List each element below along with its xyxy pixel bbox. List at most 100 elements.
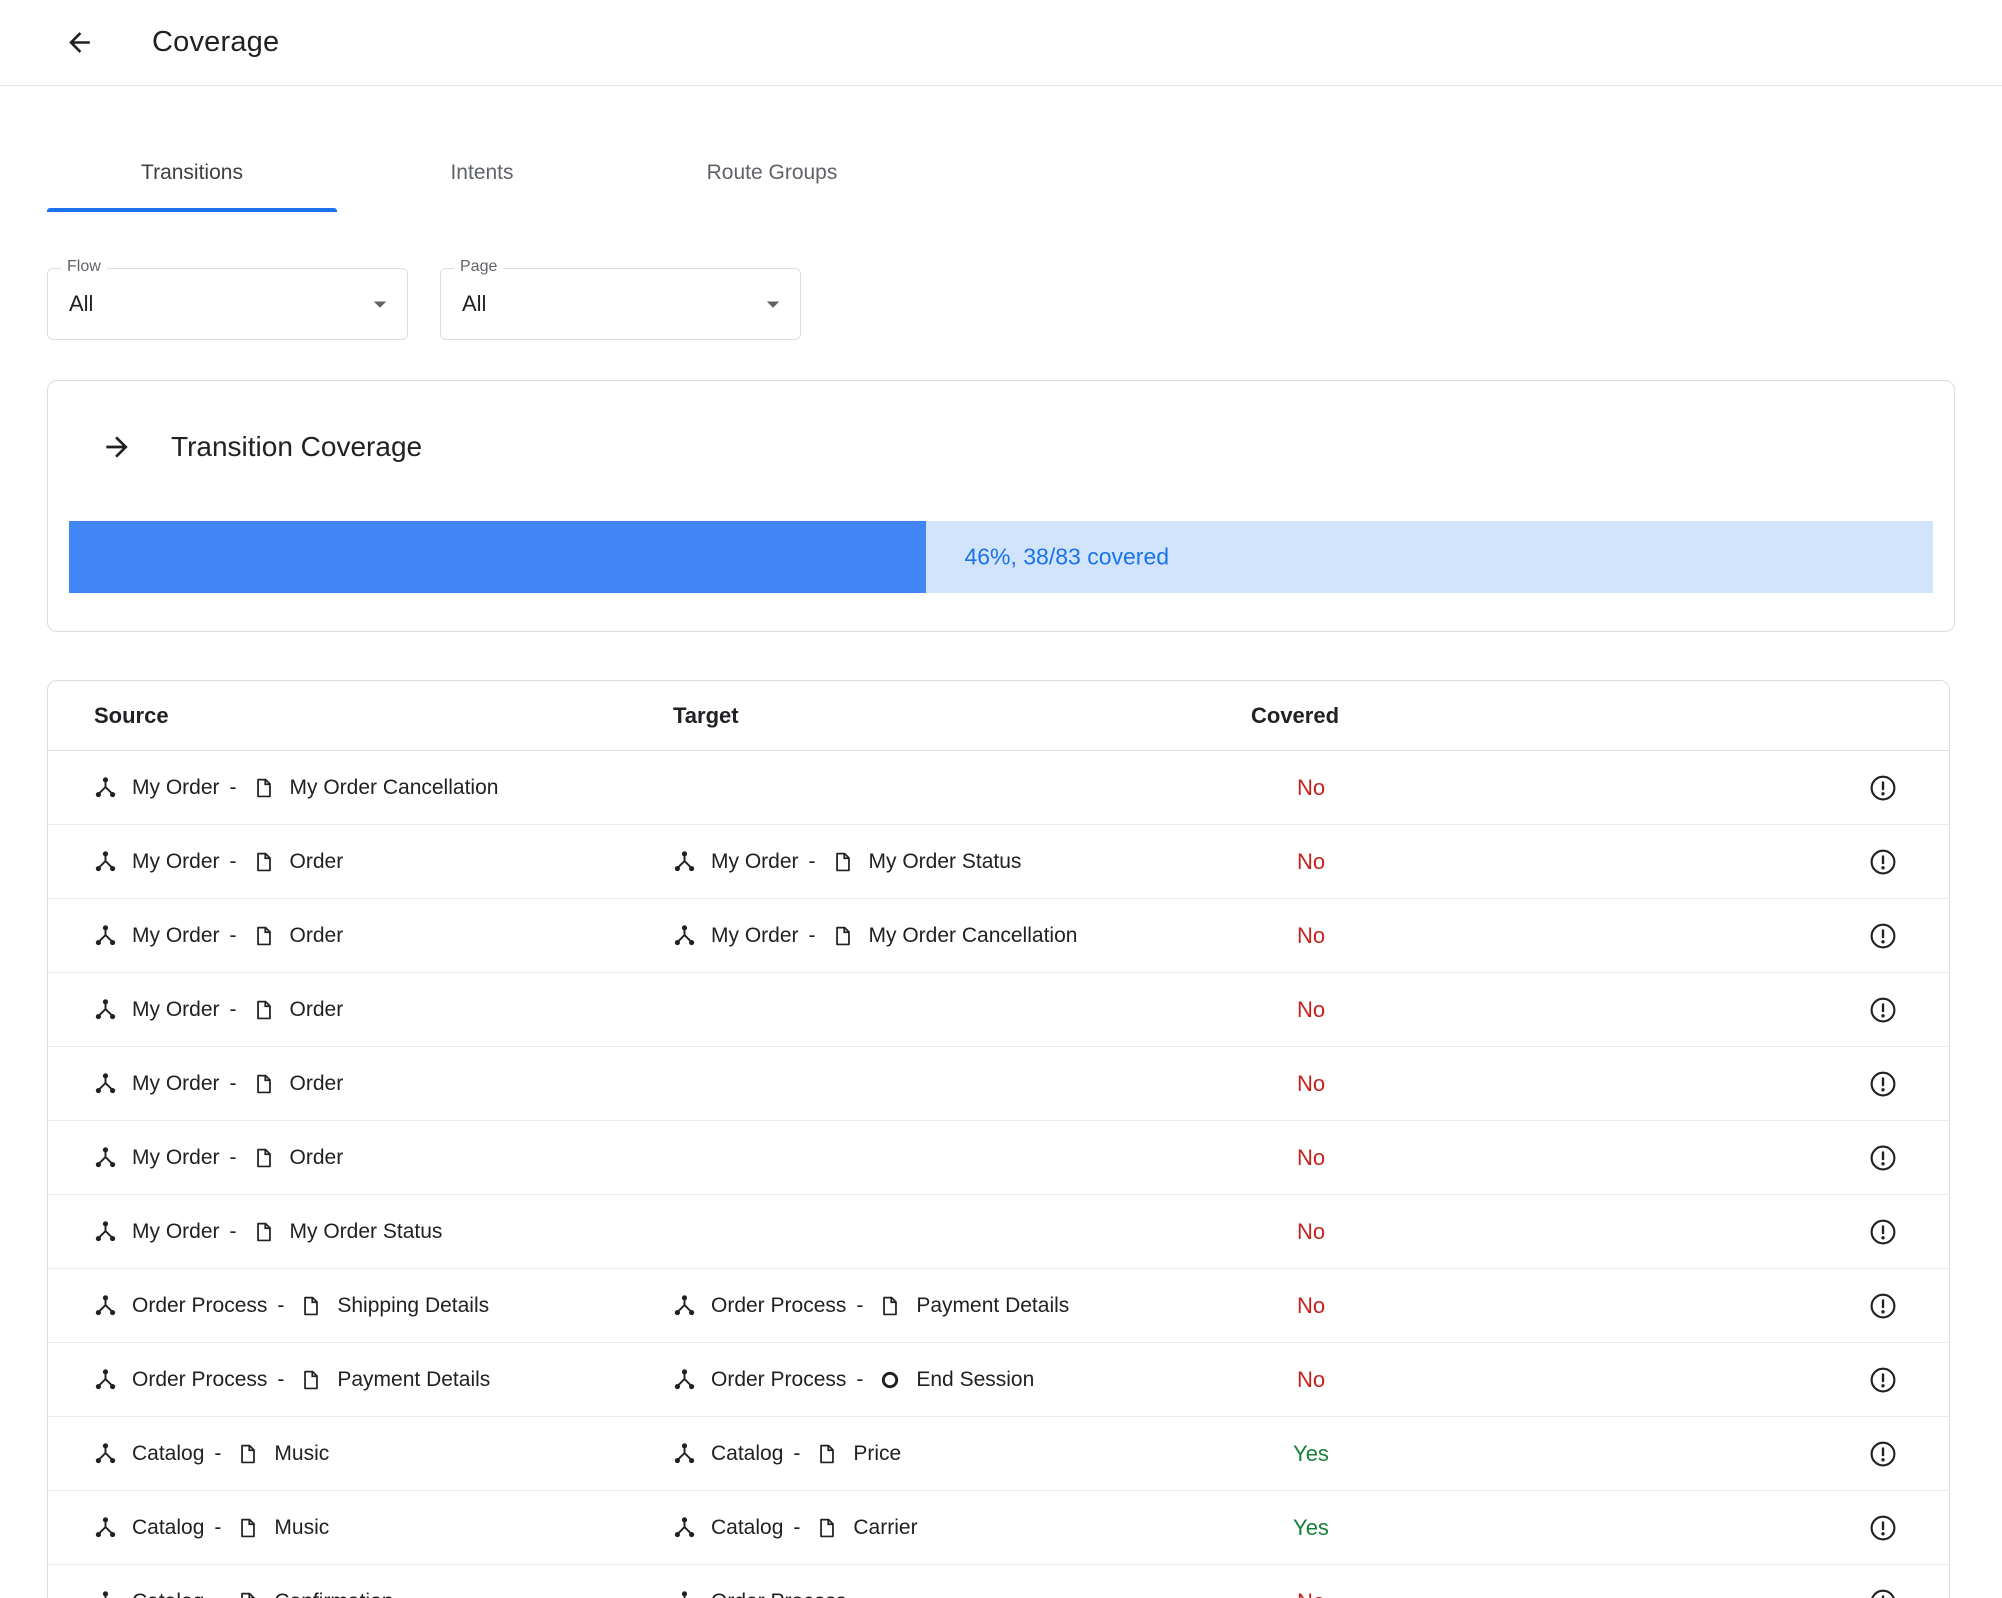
page-name: Order xyxy=(289,1145,344,1169)
page-icon xyxy=(253,851,275,873)
flow-name: My Order xyxy=(132,775,220,799)
page-icon xyxy=(300,1295,322,1317)
info-icon[interactable] xyxy=(1868,1291,1898,1321)
page-select-label: Page xyxy=(454,258,504,276)
target-cell: My Order - My Order Cancellation xyxy=(673,924,1251,948)
page-select[interactable]: Page All xyxy=(440,258,801,340)
target-cell: Order Process - Payment Details xyxy=(673,1294,1251,1318)
page-name: Carrier xyxy=(853,1515,918,1539)
source-endpoint: My Order - My Order Status xyxy=(94,1220,442,1244)
info-icon[interactable] xyxy=(1868,995,1898,1025)
flow-name: Catalog xyxy=(711,1515,784,1539)
flow-name: My Order xyxy=(132,923,220,947)
info-icon[interactable] xyxy=(1868,1069,1898,1099)
info-icon[interactable] xyxy=(1868,1439,1898,1469)
source-cell: Catalog - Music xyxy=(94,1516,673,1540)
page-icon xyxy=(253,999,275,1021)
arrow-left-icon xyxy=(68,32,90,53)
table-row: Catalog - Confirmation Order Process No xyxy=(48,1565,1949,1598)
page-icon xyxy=(237,1443,259,1465)
table-row: My Order - Order No xyxy=(48,973,1949,1047)
top-bar: Coverage xyxy=(0,0,2002,86)
separator: - xyxy=(229,1071,237,1095)
flow-icon xyxy=(673,850,696,873)
page-icon xyxy=(237,1517,259,1539)
covered-cell: No xyxy=(1251,849,1371,875)
chevron-down-icon xyxy=(365,289,395,319)
target-endpoint: Catalog - Price xyxy=(673,1442,901,1466)
tab-intents[interactable]: Intents xyxy=(337,134,627,212)
page-icon xyxy=(253,1147,275,1169)
flow-name: Catalog xyxy=(132,1515,205,1539)
source-endpoint: My Order - My Order Cancellation xyxy=(94,776,498,800)
covered-status: No xyxy=(1297,1589,1325,1598)
covered-status: No xyxy=(1296,996,1326,1022)
page-icon xyxy=(879,1295,901,1317)
table-row: Catalog - Music Catalog - Carrier Yes xyxy=(48,1491,1949,1565)
page-name: My Order Status xyxy=(868,849,1022,873)
page-icon xyxy=(816,1517,838,1539)
source-endpoint: Catalog - Music xyxy=(94,1442,329,1466)
flow-icon xyxy=(94,1590,117,1598)
page-name: My Order Status xyxy=(289,1219,443,1243)
flow-icon xyxy=(94,998,117,1021)
info-icon[interactable] xyxy=(1868,773,1898,803)
target-cell: Order Process - End Session xyxy=(673,1368,1251,1392)
info-icon[interactable] xyxy=(1868,847,1898,877)
tab-bar: Transitions Intents Route Groups xyxy=(47,134,2002,212)
tab-transitions[interactable]: Transitions xyxy=(47,134,337,212)
info-cell xyxy=(1853,1143,1913,1173)
source-cell: My Order - Order xyxy=(94,1146,673,1170)
tab-transitions-label: Transitions xyxy=(141,161,243,184)
separator: - xyxy=(277,1293,285,1317)
flow-name: My Order xyxy=(132,849,220,873)
table-body: My Order - My Order Cancellation No My Order… xyxy=(48,751,1949,1598)
covered-status: No xyxy=(1296,1070,1326,1096)
table-row: My Order - Order My Order - My Order Status No xyxy=(48,825,1949,899)
flow-icon xyxy=(94,1294,117,1317)
page-name: Confirmation xyxy=(274,1590,393,1598)
page-icon xyxy=(253,1221,275,1243)
coverage-card-header: Transition Coverage xyxy=(69,429,1933,465)
page-name: My Order Cancellation xyxy=(868,923,1078,947)
info-icon[interactable] xyxy=(1868,1143,1898,1173)
back-button[interactable] xyxy=(58,22,100,64)
tab-route-groups[interactable]: Route Groups xyxy=(627,134,917,212)
covered-cell: No xyxy=(1251,1293,1371,1319)
flow-name: My Order xyxy=(711,923,799,947)
source-endpoint: Catalog - Confirmation xyxy=(94,1590,393,1598)
table-row: My Order - Order No xyxy=(48,1047,1949,1121)
info-icon[interactable] xyxy=(1868,1587,1898,1598)
target-cell: Catalog - Carrier xyxy=(673,1516,1251,1540)
covered-status: No xyxy=(1296,1218,1326,1244)
covered-cell: No xyxy=(1251,1367,1371,1393)
target-cell: My Order - My Order Status xyxy=(673,850,1251,874)
page-icon xyxy=(832,925,854,947)
flow-name: Order Process xyxy=(711,1293,847,1317)
info-cell xyxy=(1853,995,1913,1025)
separator: - xyxy=(229,1145,237,1169)
info-icon[interactable] xyxy=(1868,1513,1898,1543)
page-name: Order xyxy=(289,997,344,1021)
source-endpoint: Catalog - Music xyxy=(94,1516,329,1540)
page-select-value: All xyxy=(462,291,487,316)
flow-icon xyxy=(94,1146,117,1169)
covered-status: No xyxy=(1296,1144,1326,1170)
source-cell: My Order - Order xyxy=(94,850,673,874)
filter-bar: Flow All Page All xyxy=(47,258,2002,340)
covered-cell: No xyxy=(1251,1589,1371,1598)
info-cell xyxy=(1853,1365,1913,1395)
info-icon[interactable] xyxy=(1868,921,1898,951)
separator: - xyxy=(214,1515,222,1539)
page-icon xyxy=(253,925,275,947)
covered-cell: No xyxy=(1251,775,1371,801)
flow-icon xyxy=(94,1072,117,1095)
flow-select[interactable]: Flow All xyxy=(47,258,408,340)
flow-name: My Order xyxy=(132,997,220,1021)
info-icon[interactable] xyxy=(1868,1365,1898,1395)
source-cell: Order Process - Payment Details xyxy=(94,1368,673,1392)
flow-icon xyxy=(94,1220,117,1243)
target-endpoint: Order Process - Payment Details xyxy=(673,1294,1069,1318)
info-icon[interactable] xyxy=(1868,1217,1898,1247)
table-row: Order Process - Payment Details Order Proce… xyxy=(48,1343,1949,1417)
